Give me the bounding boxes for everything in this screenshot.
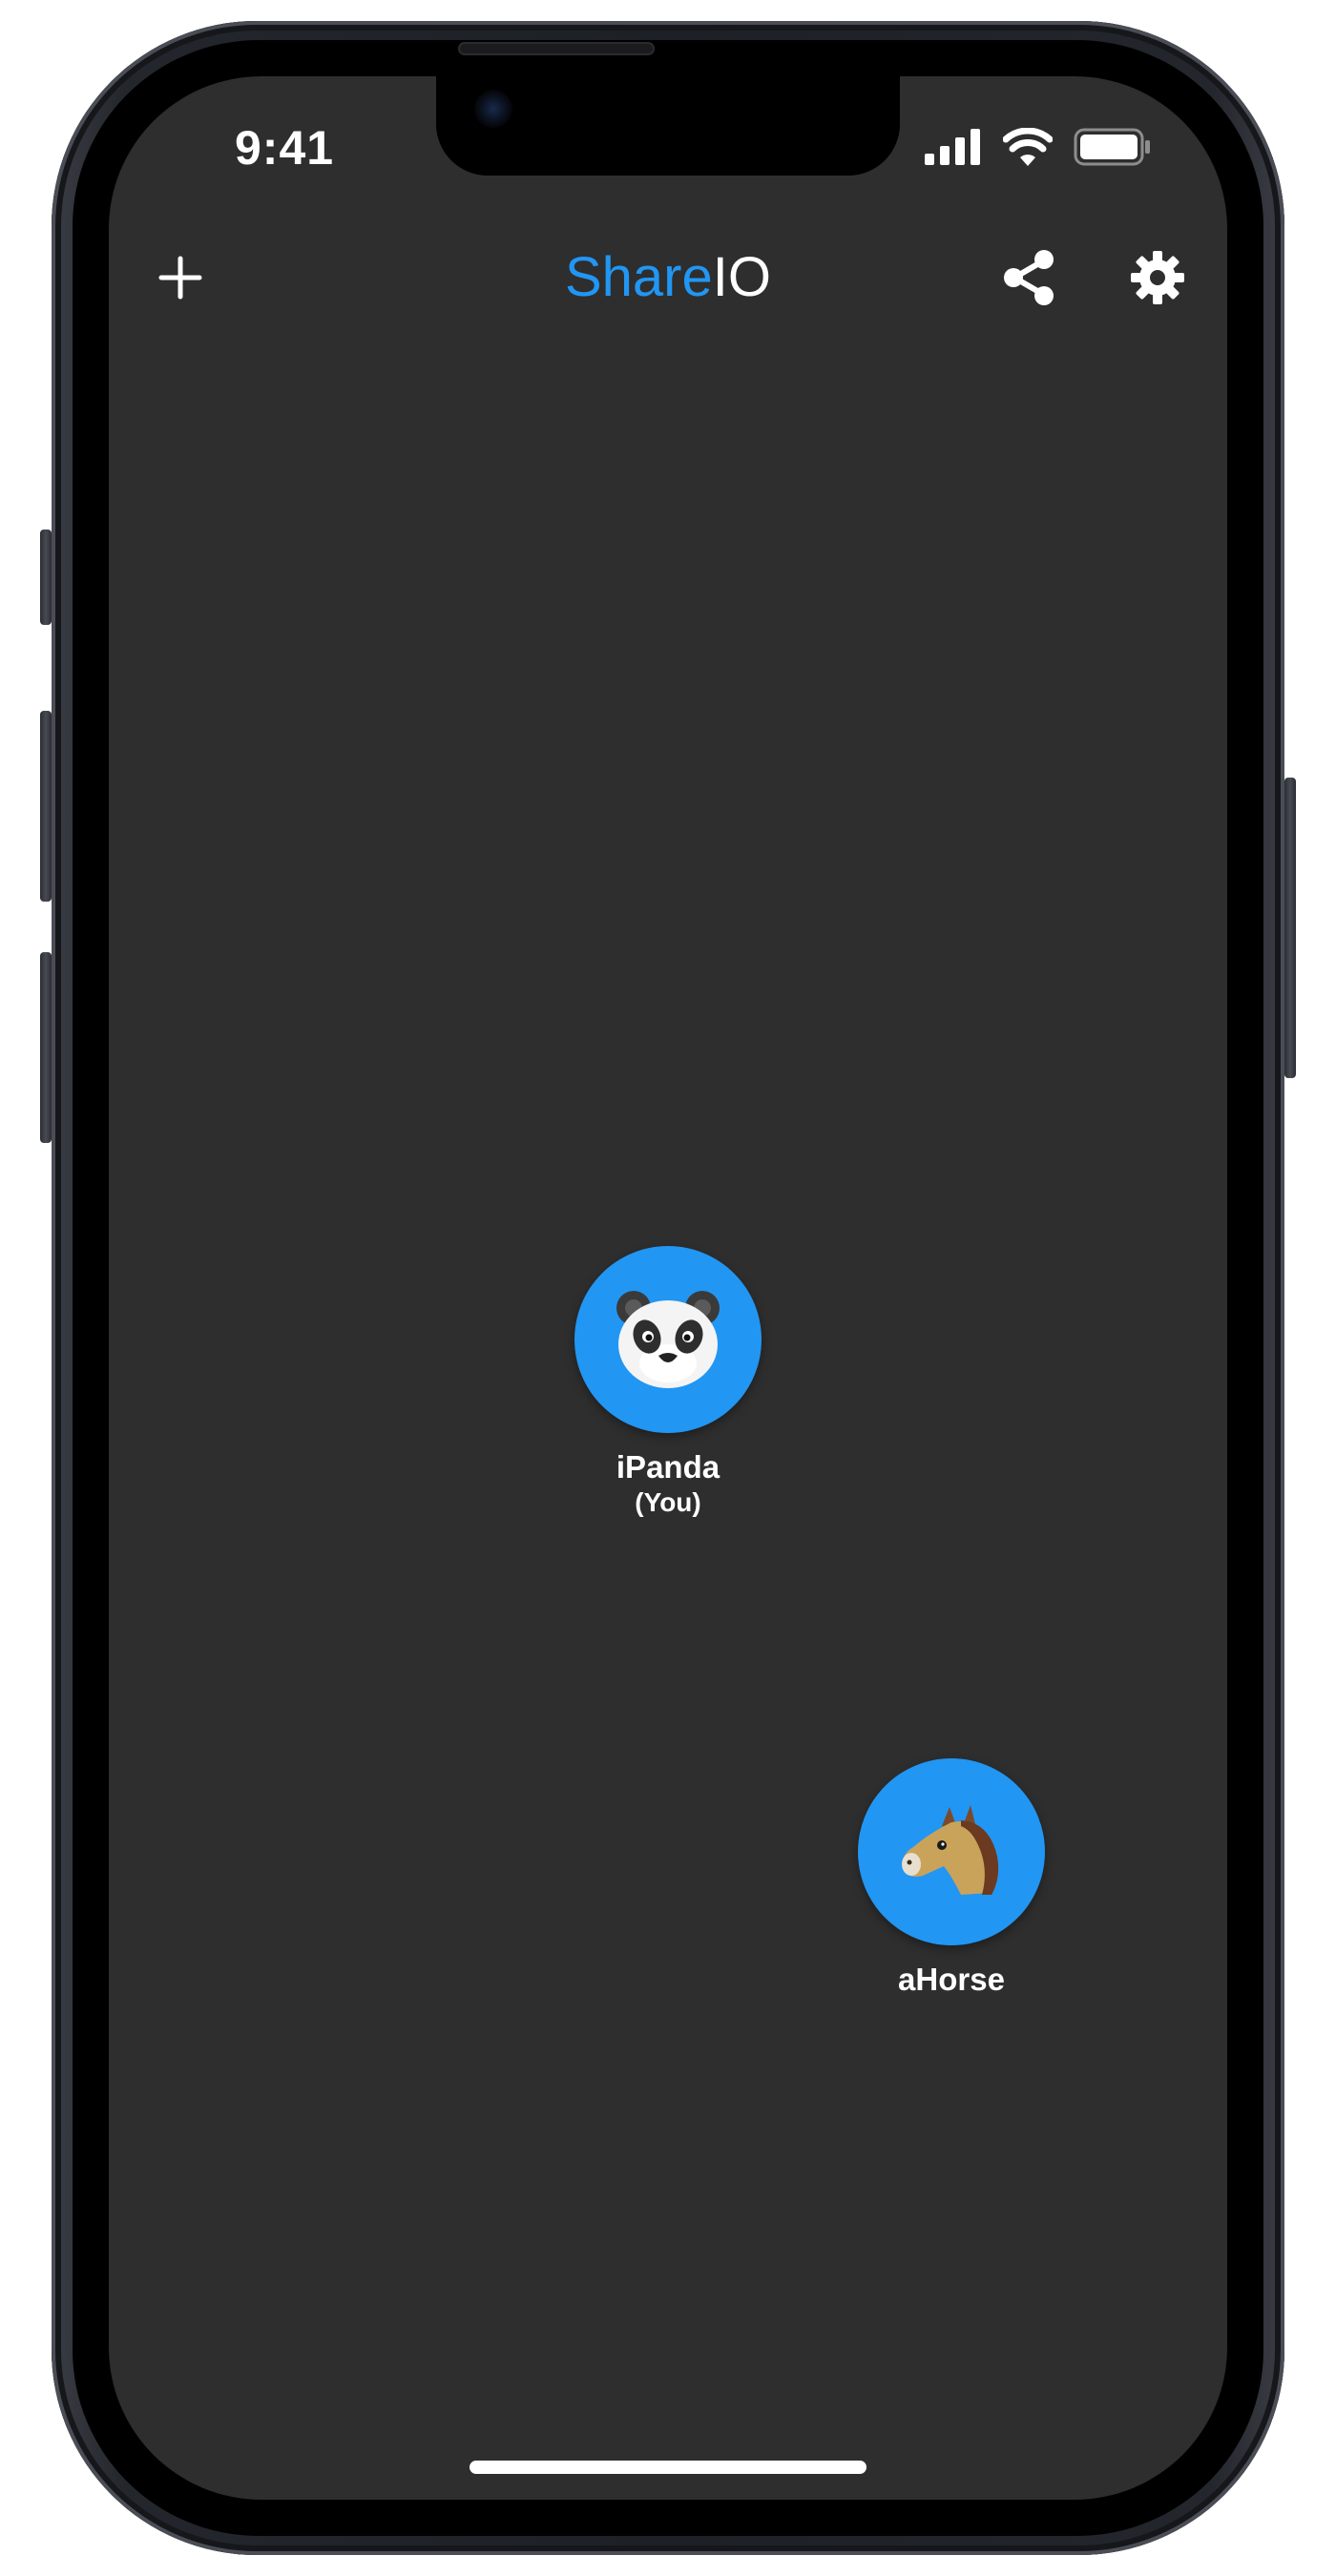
device-mockup: 9:41 ShareIO iPanda (You) aHorse [0, 0, 1336, 2576]
peer-ahorse[interactable]: aHorse [808, 1758, 1095, 1999]
settings-button[interactable] [1128, 248, 1187, 307]
gear-icon [1131, 251, 1184, 304]
panda-icon [616, 1291, 720, 1388]
avatar [858, 1758, 1045, 1945]
avatar [574, 1246, 762, 1433]
peer-name: iPanda [616, 1449, 720, 1485]
content-layer: ShareIO iPanda (You) aHorse [109, 76, 1227, 2500]
app-title: ShareIO [109, 248, 1227, 307]
side-button-silent [40, 530, 52, 625]
side-button-volume-down [40, 952, 52, 1143]
peer-name: aHorse [898, 1962, 1005, 1997]
app-title-rest: IO [712, 246, 771, 308]
side-button-power [1284, 778, 1296, 1078]
share-icon [1004, 250, 1054, 305]
home-indicator [470, 2461, 866, 2474]
side-button-volume-up [40, 711, 52, 902]
peer-you-label: (You) [635, 1487, 701, 1517]
app-title-accent: Share [564, 246, 713, 308]
horse-icon [902, 1805, 999, 1895]
earpiece-speaker [458, 42, 655, 55]
share-button[interactable] [1000, 248, 1059, 307]
peer-self[interactable]: iPanda (You) [525, 1246, 811, 1519]
